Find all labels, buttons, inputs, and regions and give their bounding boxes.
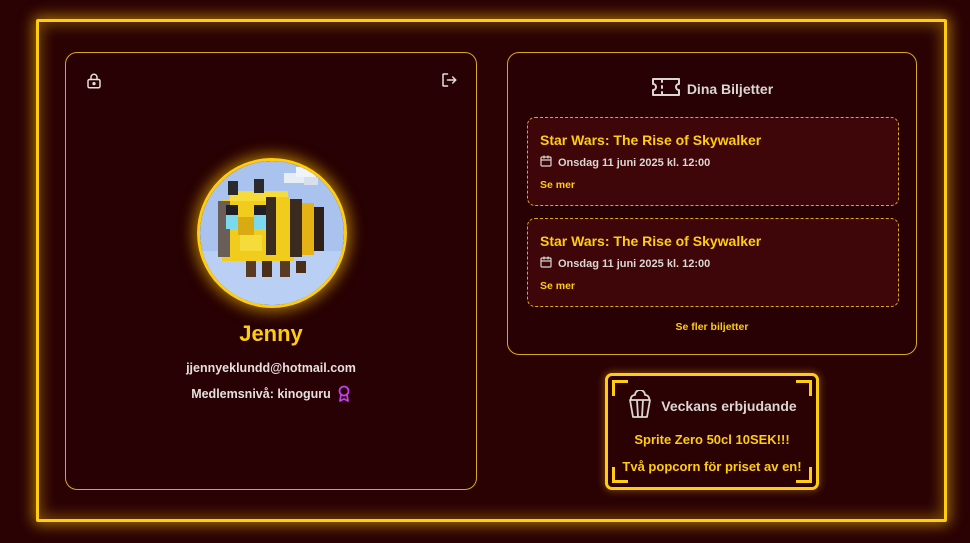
award-icon (337, 383, 351, 405)
ticket-item[interactable]: Star Wars: The Rise of Skywalker Onsdag … (527, 117, 899, 206)
avatar[interactable] (197, 158, 347, 308)
membership-level: Medlemsnivå: kinoguru (66, 383, 476, 405)
ticket-date-text: Onsdag 11 juni 2025 kl. 12:00 (558, 156, 711, 169)
ticket-date: Onsdag 11 juni 2025 kl. 12:00 (540, 256, 710, 271)
ticket-icon (651, 76, 681, 101)
lock-icon[interactable] (85, 72, 103, 90)
calendar-icon (540, 256, 552, 271)
ticket-item[interactable]: Star Wars: The Rise of Skywalker Onsdag … (527, 218, 899, 307)
more-tickets-link[interactable]: Se fler biljetter (508, 321, 916, 333)
logout-icon[interactable] (440, 71, 458, 89)
user-name: Jenny (239, 321, 303, 346)
offer-title: Veckans erbjudande (661, 397, 797, 414)
offer-line: Två popcorn för priset av en! (622, 459, 802, 474)
see-more-link[interactable]: Se mer (540, 280, 575, 292)
offer-header: Veckans erbjudande (608, 389, 816, 421)
ticket-title: Star Wars: The Rise of Skywalker (540, 233, 762, 249)
calendar-icon (540, 155, 552, 170)
ticket-date: Onsdag 11 juni 2025 kl. 12:00 (540, 155, 710, 170)
tickets-title: Dina Biljetter (686, 80, 774, 97)
weekly-offer-card: Veckans erbjudande Sprite Zero 50cl 10SE… (605, 373, 819, 490)
offer-line: Sprite Zero 50cl 10SEK!!! (634, 432, 790, 447)
membership-label: Medlemsnivå: kinoguru (191, 387, 331, 401)
see-more-link[interactable]: Se mer (540, 179, 575, 191)
tickets-header: Dina Biljetter (508, 76, 916, 101)
popcorn-icon (627, 389, 653, 421)
ticket-title: Star Wars: The Rise of Skywalker (540, 132, 762, 148)
profile-card: Jenny jjennyeklundd@hotmail.com Medlemsn… (65, 52, 477, 490)
tickets-card: Dina Biljetter Star Wars: The Rise of Sk… (507, 52, 917, 355)
user-email: jjennyeklundd@hotmail.com (186, 361, 356, 375)
ticket-date-text: Onsdag 11 juni 2025 kl. 12:00 (558, 257, 711, 270)
